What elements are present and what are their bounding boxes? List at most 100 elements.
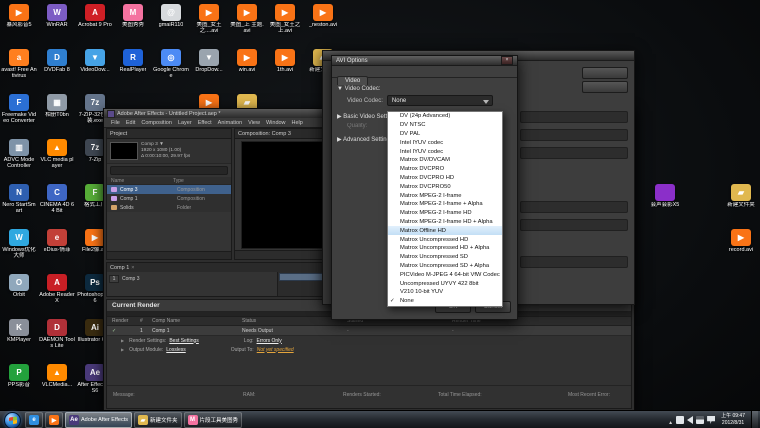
menu-item[interactable]: View [245,120,263,126]
desktop-icon[interactable]: M 美图秀秀 [114,2,152,47]
video-codec-section-header[interactable]: ▼ Video Codec: [337,86,512,92]
render-queue-item[interactable]: ✓ 1 Comp 1 Needs Output - - [107,326,631,336]
desktop-icon[interactable]: ▶ win.avi [228,47,266,92]
desktop-icon[interactable]: ▼ DropDow... [190,47,228,92]
desktop-icon[interactable]: ▲ VLCMedia... [38,362,76,407]
avi-options-titlebar[interactable]: AVI Options × [332,56,517,66]
codec-option[interactable]: DV (24p Advanced) [388,112,502,121]
codec-option[interactable]: Matrox MPEG-2 I-frame [388,191,502,200]
desktop-icon[interactable]: @ gmaiR110 [152,2,190,47]
menu-item[interactable]: Window [263,120,289,126]
desktop-icon[interactable]: C CINEMA 4D 64 Bit [38,182,76,227]
codec-option[interactable]: Matrox MPEG-2 I-frame HD + Alpha [388,218,502,227]
action-center-icon[interactable] [707,416,715,424]
desktop-icon[interactable]: ▥ ADVC Mode Controller [0,137,38,182]
timeline-tab[interactable]: Comp 1 [110,265,129,271]
menu-item[interactable]: Layer [175,120,195,126]
project-item[interactable]: Comp 3 Composition [107,185,231,194]
desktop-icon[interactable]: ▦ 相册T0bn [38,92,76,137]
desktop-icon[interactable]: F Freemake Video Converter [0,92,38,137]
volume-icon[interactable] [687,416,693,424]
menu-item[interactable]: File [108,120,123,126]
start-button[interactable] [4,412,21,428]
video-codec-select[interactable]: None [387,95,493,106]
desktop-icon[interactable]: ▼ VideoDow... [76,47,114,92]
timeline-tab-close-icon[interactable]: × [131,265,134,271]
output-module-disclosure-icon[interactable] [121,347,126,353]
desktop-icon[interactable]: R RealPlayer [114,47,152,92]
codec-option[interactable]: Matrox Uncompressed SD [388,253,502,262]
desktop-icon[interactable]: W Windows优化大师 [0,227,38,272]
desktop-icon[interactable]: ▰ 新建文件夹 [722,182,760,227]
desktop-icon[interactable]: W WinRAR [38,2,76,47]
codec-option[interactable]: Matrox Uncompressed HD [388,235,502,244]
codec-option[interactable]: Matrox MPEG-2 I-frame HD [388,209,502,218]
desktop-icon[interactable]: e eDius-情菲 [38,227,76,272]
project-item[interactable]: Comp 1 Composition [107,194,231,203]
desktop-icon[interactable]: ▶ 美图_女王之上.avi [266,2,304,47]
desktop-icon[interactable]: P PPS影音 [0,362,38,407]
codec-option[interactable]: Matrox DV/DVCAM [388,156,502,165]
menu-item[interactable]: Effect [195,120,215,126]
taskbar-button[interactable]: e [25,412,43,428]
project-item[interactable]: Solids Folder [107,203,231,212]
output-to-value[interactable]: Not yet specified [257,347,294,353]
desktop-icon[interactable]: D DAEMON Tools Lite [38,317,76,362]
desktop-icon[interactable]: ▲ VLC media player [38,137,76,182]
taskbar-button[interactable]: ▶ [45,412,63,428]
codec-option[interactable]: Matrox Offline HD [388,226,502,235]
render-checkbox[interactable]: ✓ [112,328,140,334]
desktop-icon[interactable]: N Nero StartSmart [0,182,38,227]
codec-option[interactable]: Matrox DVCPRO HD [388,174,502,183]
codec-option[interactable]: Intel IYUV codec [388,138,502,147]
codec-option[interactable]: V210 10-bit YUV [388,288,502,297]
codec-option[interactable]: ✓ None [388,297,502,306]
taskbar-clock[interactable]: 上午 09:47 2012/8/31 [721,413,745,427]
codec-option[interactable]: Matrox Uncompressed HD + Alpha [388,244,502,253]
desktop-icon[interactable]: A Adobe Reader X [38,272,76,317]
codec-option[interactable]: Matrox DVCPRO [388,165,502,174]
taskbar-button[interactable]: M 片段工具美图秀 [184,412,243,428]
background-dialog-button[interactable] [582,81,628,93]
menu-item[interactable]: Help [289,120,306,126]
render-settings-value[interactable]: Best Settings [169,338,198,344]
taskbar-button[interactable]: Ae Adobe After Effects [65,412,132,428]
desktop-icon[interactable]: O Orbit [0,272,38,317]
project-tab[interactable]: Project [110,131,127,137]
codec-option[interactable]: Matrox MPEG-2 I-frame + Alpha [388,200,502,209]
hidden-icons-chevron[interactable] [668,411,673,428]
codec-option[interactable]: PICVideo M-JPEG 4 64-bit VfW Codec [388,270,502,279]
close-dialog-icon[interactable]: × [501,56,513,65]
network-icon[interactable] [696,416,704,424]
show-desktop-button[interactable] [751,411,758,428]
project-search-box[interactable] [110,166,228,175]
desktop-icon[interactable]: ▶ 美图_女王之....avi [190,2,228,47]
codec-option[interactable]: DV NTSC [388,121,502,130]
menu-item[interactable]: Animation [215,120,245,126]
desktop-icon[interactable]: 会声会影X5 [646,182,684,227]
menu-item[interactable]: Edit [123,120,138,126]
ime-icon[interactable] [676,416,684,424]
menu-item[interactable]: Composition [138,120,175,126]
desktop-icon[interactable]: ▶ _neston.avi [304,2,342,47]
desktop-icon[interactable]: K KMPlayer [0,317,38,362]
desktop-icon[interactable]: ◎ Google Chrome [152,47,190,92]
codec-option[interactable]: Matrox Uncompressed SD + Alpha [388,262,502,271]
log-value[interactable]: Errors Only [257,338,282,344]
project-panel-toolbar[interactable] [107,251,231,259]
codec-option[interactable]: DV PAL [388,130,502,139]
desktop-icon[interactable]: ▶ 1th.avi [266,47,304,92]
codec-option[interactable]: Uncompressed UYVY 422 8bit [388,279,502,288]
output-module-value[interactable]: Lossless [166,347,185,353]
timeline-layer-row[interactable]: 1 Comp 3 [109,275,140,283]
desktop-icon[interactable]: A Acrobat 9 Pro [76,2,114,47]
background-dialog-button[interactable] [582,67,628,79]
desktop-icon[interactable]: ▶ 暴风影音5 [0,2,38,47]
composition-tab[interactable]: Composition: Comp 3 [238,131,291,137]
codec-option[interactable]: Matrox DVCPRO50 [388,182,502,191]
desktop-icon[interactable]: a avast! Free Antivirus [0,47,38,92]
desktop-icon[interactable]: D DVDFab 8 [38,47,76,92]
taskbar-button[interactable]: ▰ 新建文件夹 [134,412,182,428]
desktop-icon[interactable]: ▶ record.avi [722,227,760,272]
render-settings-disclosure-icon[interactable] [121,338,126,344]
